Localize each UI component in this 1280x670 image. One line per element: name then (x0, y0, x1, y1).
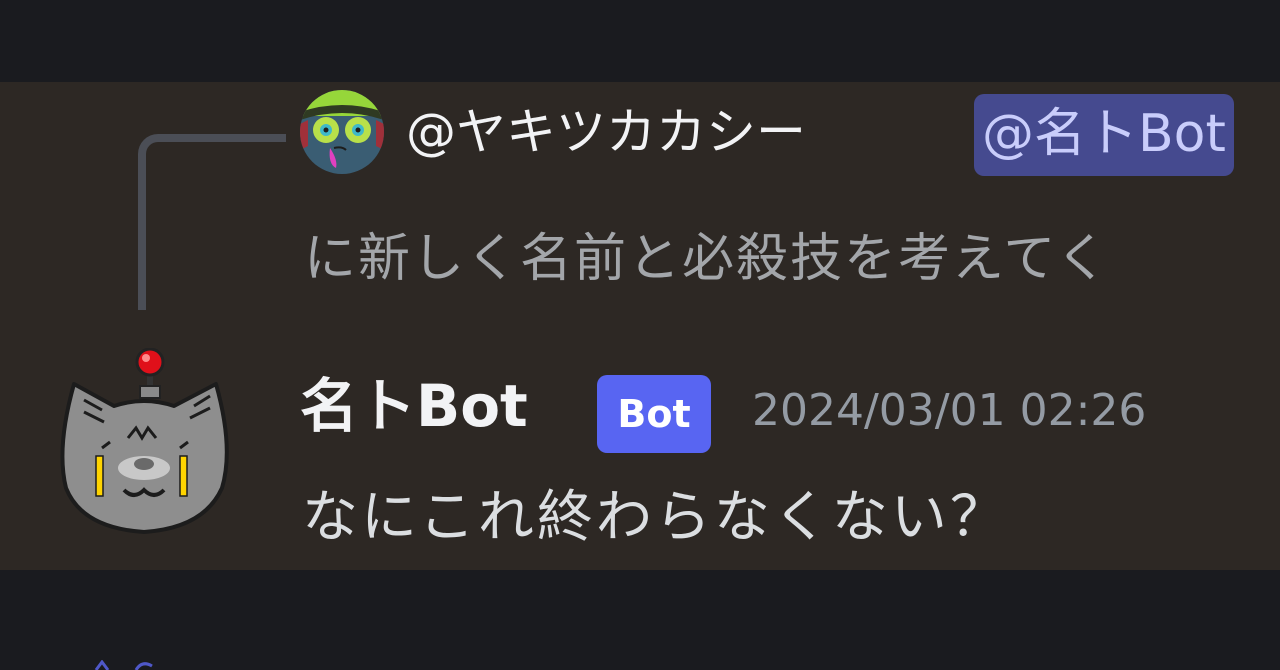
message-timestamp: 2024/03/01 02:26 (752, 385, 1147, 436)
reply-author-avatar[interactable] (300, 90, 384, 174)
message-content: なにこれ終わらなくない？ (302, 485, 1009, 550)
partial-icon (94, 660, 153, 670)
message-username[interactable]: 名トBot (300, 368, 528, 444)
chat-message[interactable]: @ヤキツカカシー @名トBot に新しく名前と必殺技を考えてく 名トBot Bo… (0, 82, 1280, 570)
reply-preview-text[interactable]: に新しく名前と必殺技を考えてく (304, 224, 1110, 294)
bottom-bar (0, 570, 1280, 670)
reply-author-name[interactable]: @ヤキツカカシー (406, 102, 806, 162)
bot-tag: Bot (597, 375, 711, 453)
reply-mention[interactable]: @名トBot (974, 94, 1234, 176)
reply-connector (138, 134, 286, 310)
top-bar (0, 0, 1280, 82)
bot-avatar[interactable] (44, 348, 244, 548)
